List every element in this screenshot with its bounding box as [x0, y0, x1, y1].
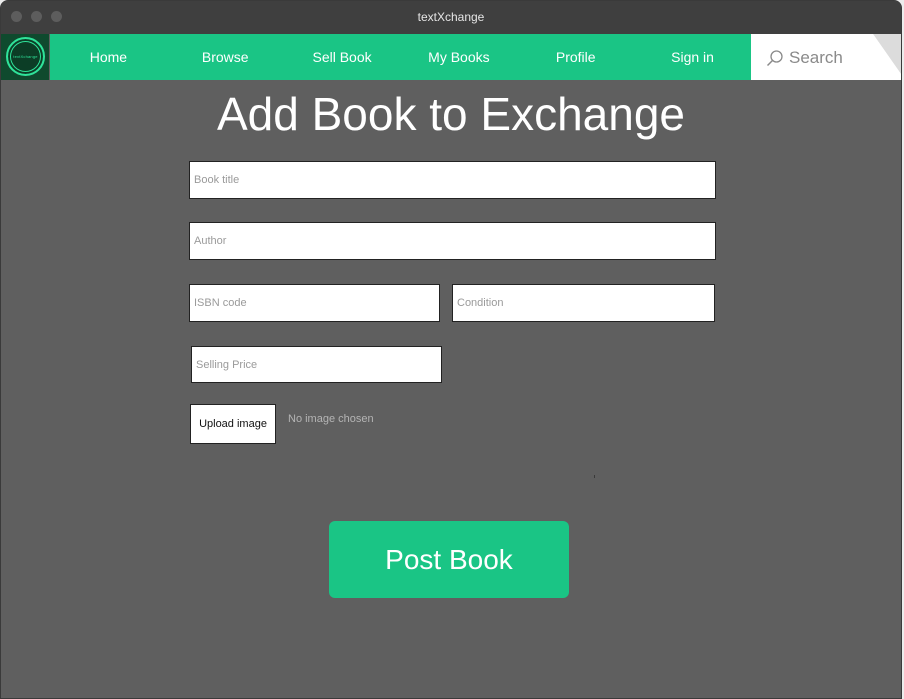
search-icon[interactable] — [766, 49, 784, 67]
search-input[interactable] — [787, 44, 881, 72]
navbar: textXchange Home Browse Sell Book My Boo… — [1, 34, 901, 80]
nav-item-sell-book[interactable]: Sell Book — [284, 34, 401, 80]
book-title-field[interactable] — [189, 161, 716, 199]
app-window: textXchange textXchange Home Browse Sell… — [1, 1, 901, 698]
page-fold-decoration — [873, 34, 901, 74]
nav-menu: Home Browse Sell Book My Books Profile S… — [50, 34, 751, 80]
logo[interactable]: textXchange — [1, 34, 49, 80]
logo-badge-icon: textXchange — [6, 37, 45, 76]
page-title: Add Book to Exchange — [217, 88, 685, 140]
nav-item-sign-in[interactable]: Sign in — [634, 34, 751, 80]
nav-item-home[interactable]: Home — [50, 34, 167, 80]
nav-item-profile[interactable]: Profile — [517, 34, 634, 80]
nav-item-browse[interactable]: Browse — [167, 34, 284, 80]
post-book-button[interactable]: Post Book — [329, 521, 569, 598]
upload-status-text: No image chosen — [288, 413, 374, 425]
nav-item-my-books[interactable]: My Books — [400, 34, 517, 80]
window-titlebar[interactable]: textXchange — [1, 1, 901, 34]
upload-image-button[interactable]: Upload image — [190, 404, 276, 444]
divider-speck — [594, 475, 595, 478]
isbn-field[interactable] — [189, 284, 440, 322]
search-box[interactable] — [751, 34, 901, 80]
condition-field[interactable] — [452, 284, 715, 322]
logo-text: textXchange — [13, 54, 38, 59]
author-field[interactable] — [189, 222, 716, 260]
window-title: textXchange — [417, 10, 485, 24]
selling-price-field[interactable] — [191, 346, 442, 383]
